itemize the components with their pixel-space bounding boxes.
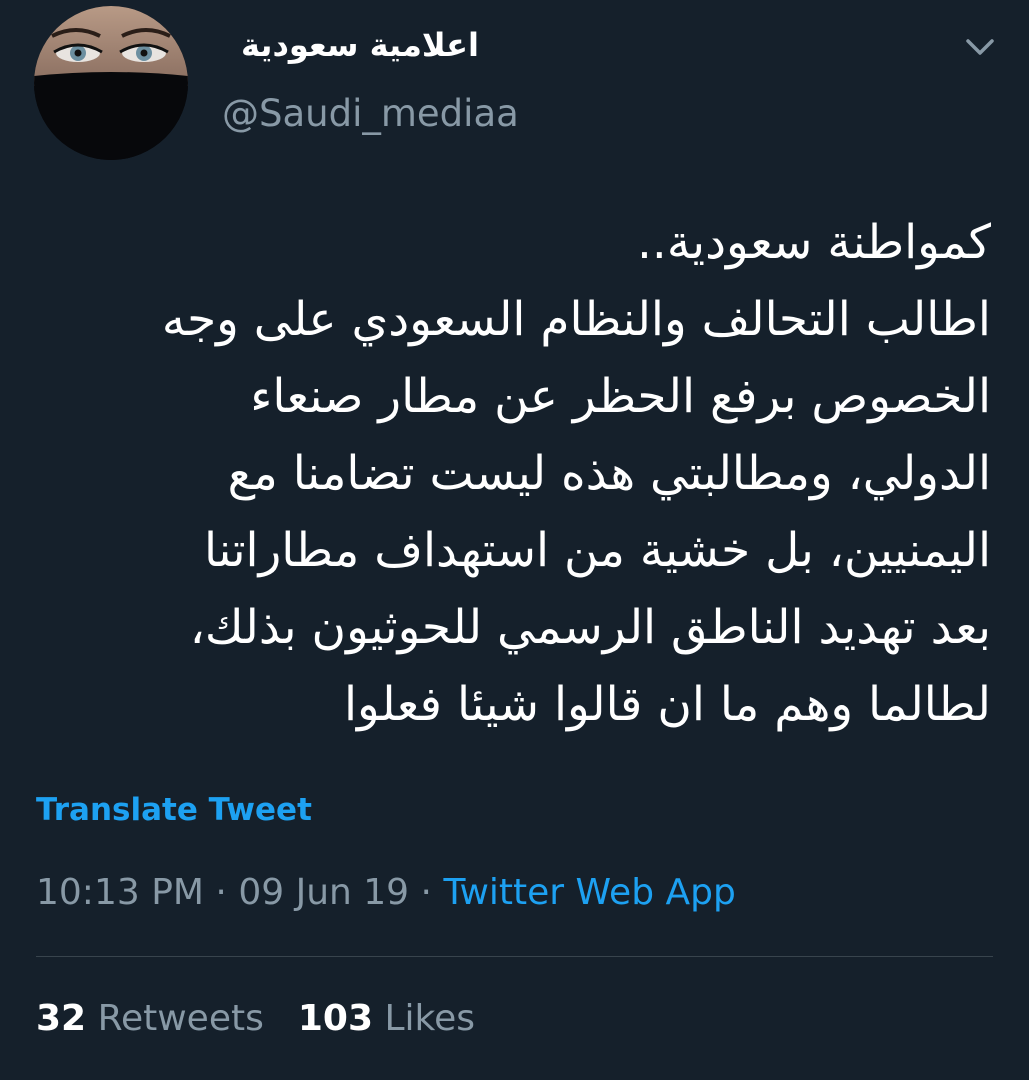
tweet-text-line: بعد تهديد الناطق الرسمي للحوثيون بذلك، (189, 600, 991, 655)
translate-tweet-link[interactable]: Translate Tweet (36, 792, 312, 828)
likes-stat[interactable]: 103 Likes (298, 998, 475, 1039)
retweets-count: 32 (36, 998, 87, 1039)
retweets-stat[interactable]: 32 Retweets (36, 998, 264, 1039)
tweet-text-line: كمواطنة سعودية.. (636, 215, 991, 270)
tweet-meta: 10:13 PM · 09 Jun 19 · Twitter Web App (36, 872, 736, 913)
avatar[interactable] (34, 6, 188, 160)
tweet-time: 10:13 PM (36, 872, 204, 913)
likes-count: 103 (297, 998, 373, 1039)
chevron-down-icon[interactable] (962, 32, 998, 62)
meta-separator: · (420, 872, 432, 913)
tweet-source-link[interactable]: Twitter Web App (443, 872, 735, 913)
tweet-text-line: لطالما وهم ما ان قالوا شيئا فعلوا (343, 677, 991, 732)
likes-label: Likes (384, 998, 475, 1039)
tweet-date: 09 Jun 19 (238, 872, 410, 913)
tweet-stats: 32 Retweets 103 Likes (36, 998, 475, 1039)
retweets-label: Retweets (97, 998, 264, 1039)
profile-avatar-image (34, 6, 188, 160)
user-handle[interactable]: @Saudi_mediaa (222, 92, 519, 135)
tweet-text-line: اليمنيين، بل خشية من استهداف مطاراتنا (203, 523, 991, 578)
tweet-text-line: الدولي، ومطالبتي هذه ليست تضامنا مع (227, 446, 991, 501)
divider (36, 956, 993, 957)
tweet-text: كمواطنة سعودية.. اطالب التحالف والنظام ا… (31, 204, 991, 743)
tweet-text-line: اطالب التحالف والنظام السعودي على وجه (161, 292, 991, 347)
meta-separator: · (215, 872, 227, 913)
display-name[interactable]: اعلامية سعودية (241, 26, 479, 64)
tweet-text-line: الخصوص برفع الحظر عن مطار صنعاء (250, 369, 991, 424)
